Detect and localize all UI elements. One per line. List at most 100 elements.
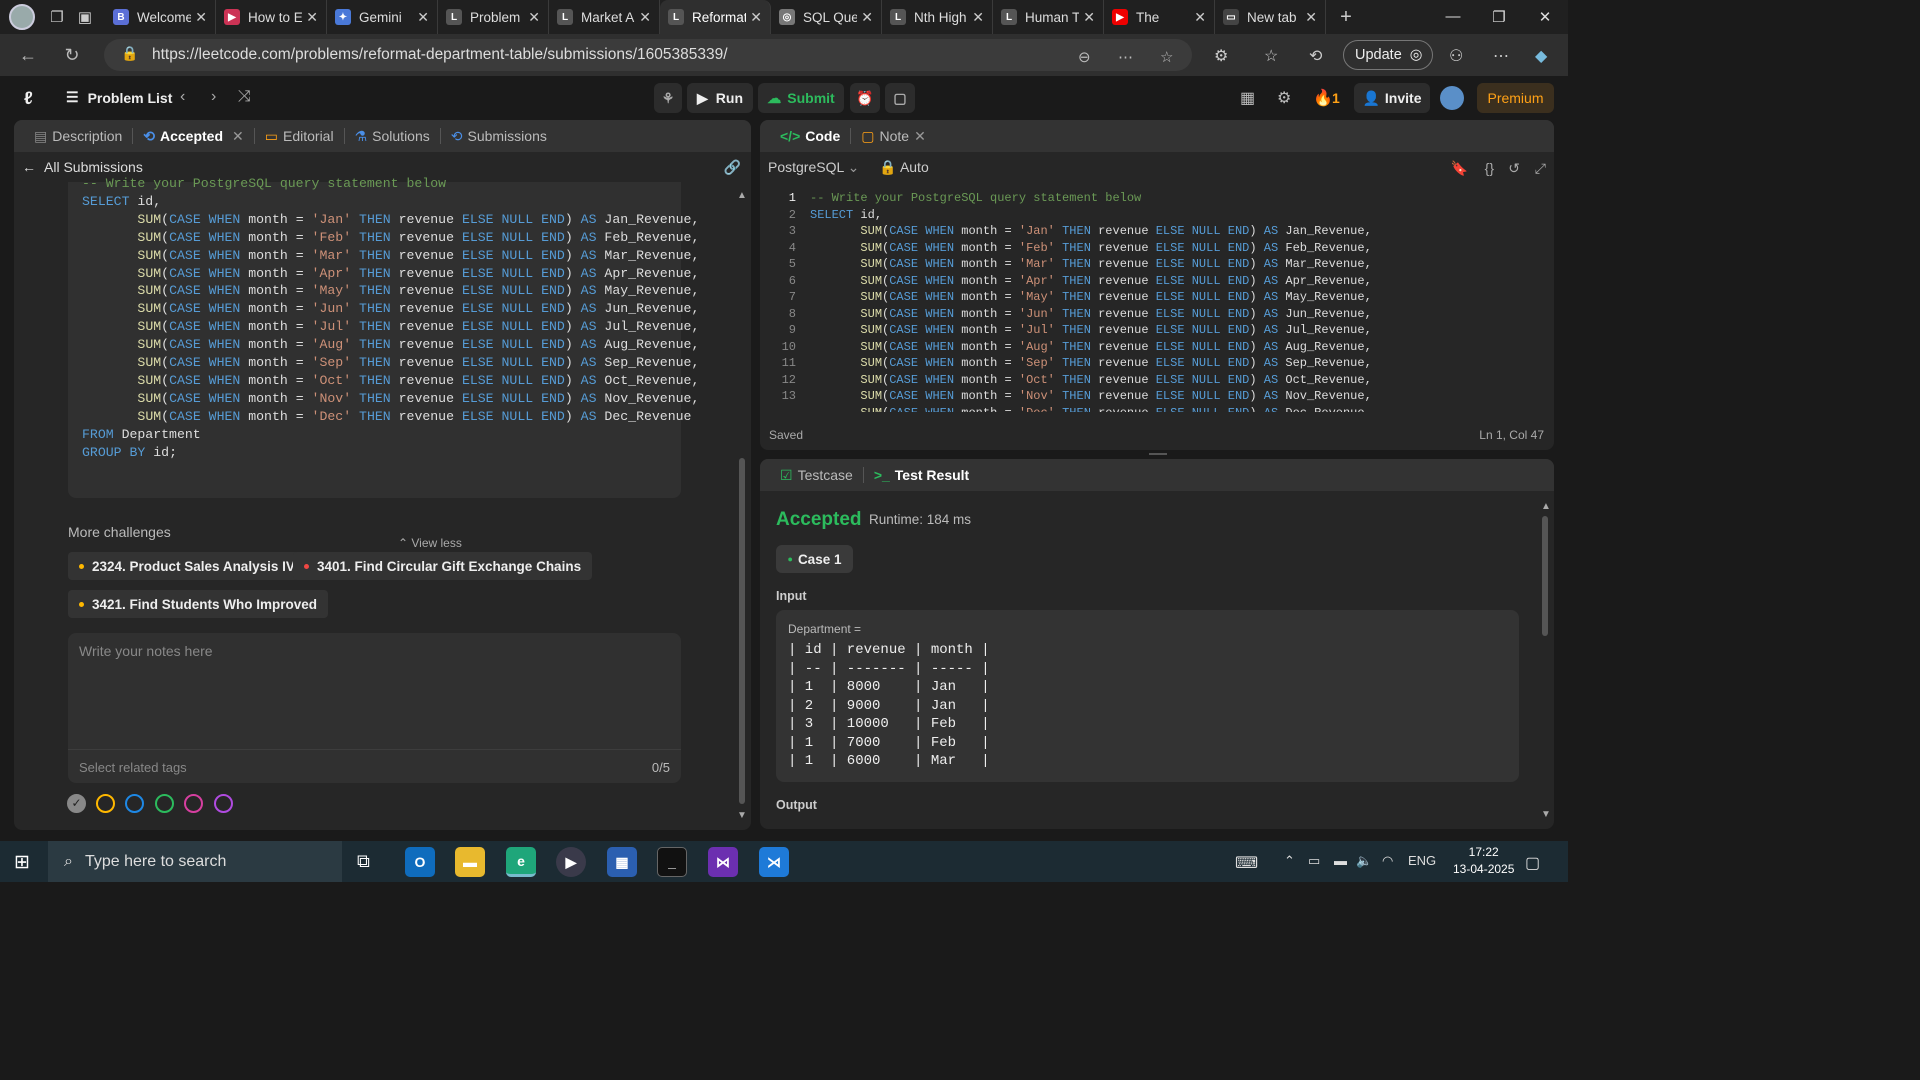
problem-list-link[interactable]: ☰ Problem List [66, 89, 172, 106]
browser-tab[interactable]: L Nth High ✕ [882, 0, 993, 34]
prev-problem-icon[interactable]: ‹ [180, 88, 185, 106]
notes-button[interactable]: ▢ [885, 83, 915, 113]
copilot-icon[interactable]: ⚇ [1449, 46, 1463, 66]
color-green-option[interactable] [155, 794, 174, 813]
edge-copilot-icon[interactable]: ◆ [1535, 46, 1547, 66]
favorites-icon[interactable]: ☆ [1264, 46, 1278, 66]
tab-testcase[interactable]: ☑ Testcase [770, 459, 863, 491]
scroll-up-icon[interactable]: ▲ [737, 190, 747, 201]
windows-start-icon[interactable]: ⊞ [14, 851, 30, 874]
tray-chevron-icon[interactable]: ⌃ [1284, 853, 1295, 869]
close-tab-icon[interactable]: ✕ [1083, 9, 1095, 26]
close-tab-icon[interactable]: ✕ [195, 9, 207, 26]
wifi-icon[interactable]: ◠ [1382, 853, 1393, 869]
tab-note[interactable]: ▢ Note ✕ [851, 120, 936, 152]
taskbar-search[interactable]: ⌕ Type here to search [48, 841, 342, 882]
notification-icon[interactable]: ▢ [1525, 853, 1540, 873]
close-tab-icon[interactable]: ✕ [1194, 9, 1206, 26]
color-blue-option[interactable] [125, 794, 144, 813]
tab-editorial[interactable]: ▭ Editorial [255, 120, 344, 152]
tab-solutions[interactable]: ⚗ Solutions [345, 120, 440, 152]
notes-box[interactable]: Write your notes here Select related tag… [68, 633, 681, 783]
new-tab-icon[interactable]: + [1332, 3, 1360, 31]
url-field[interactable]: 🔒 https://leetcode.com/problems/reformat… [104, 39, 1192, 71]
case-tab[interactable]: ● Case 1 [776, 545, 853, 573]
reset-code-icon[interactable]: ↺ [1508, 160, 1520, 177]
task-view-icon[interactable]: ⧉ [357, 851, 370, 872]
extensions-icon[interactable]: ⚙ [1214, 46, 1228, 66]
next-problem-icon[interactable]: › [211, 88, 216, 106]
color-gray-option[interactable]: ✓ [67, 794, 86, 813]
tab-actions-icon[interactable]: ▣ [71, 3, 99, 31]
close-tab-icon[interactable]: ✕ [639, 9, 651, 26]
timer-button[interactable]: ⏰ [850, 83, 880, 113]
browser-tab[interactable]: L Human T ✕ [993, 0, 1104, 34]
all-submissions-link[interactable]: ← All Submissions [22, 159, 143, 175]
reader-icon[interactable]: ⋯ [1118, 48, 1133, 66]
tags-select[interactable]: Select related tags [79, 760, 187, 775]
close-tab-icon[interactable]: ✕ [750, 9, 762, 26]
favorite-star-icon[interactable]: ☆ [1160, 48, 1173, 66]
workspaces-icon[interactable]: ❐ [43, 3, 71, 31]
profile-avatar[interactable] [9, 4, 35, 30]
color-purple-option[interactable] [214, 794, 233, 813]
volume-icon[interactable]: 🔈 [1356, 853, 1372, 869]
debug-button[interactable]: ⚘ [654, 83, 682, 113]
media-player-icon[interactable]: ▶ [556, 847, 586, 877]
keyboard-icon[interactable]: ⌨ [1235, 853, 1258, 873]
close-window-icon[interactable]: ✕ [1522, 8, 1568, 26]
submit-button[interactable]: ☁ Submit [758, 83, 844, 113]
tab-test-result[interactable]: >_ Test Result [864, 459, 979, 491]
shuffle-icon[interactable]: ⤨ [238, 88, 251, 106]
vscode-icon[interactable]: ⋊ [759, 847, 789, 877]
visual-studio-icon[interactable]: ⋈ [708, 847, 738, 877]
store-icon[interactable]: ▦ [607, 847, 637, 877]
close-tab-icon[interactable]: ✕ [914, 128, 926, 145]
premium-button[interactable]: Premium [1477, 83, 1554, 113]
layout-icon[interactable]: ▦ [1240, 88, 1255, 108]
browser-tab[interactable]: ✦ Gemini ✕ [327, 0, 438, 34]
browser-tab[interactable]: L Problem ✕ [438, 0, 549, 34]
language-select[interactable]: PostgreSQL ⌄ [768, 159, 859, 176]
user-avatar[interactable] [1440, 86, 1464, 110]
browser-tab[interactable]: B Welcome ✕ [105, 0, 216, 34]
link-icon[interactable]: 🔗 [724, 159, 741, 176]
color-pink-option[interactable] [184, 794, 203, 813]
browser-tab[interactable]: L Market A ✕ [549, 0, 660, 34]
color-yellow-option[interactable] [96, 794, 115, 813]
close-tab-icon[interactable]: ✕ [528, 9, 540, 26]
invite-button[interactable]: 👤 Invite [1354, 83, 1430, 113]
challenge-chip[interactable]: 3421. Find Students Who Improved [68, 590, 329, 618]
leetcode-logo-icon[interactable]: ℓ [24, 88, 42, 108]
tab-description[interactable]: ▤ Description [24, 120, 132, 152]
file-explorer-icon[interactable]: ▬ [455, 847, 485, 877]
run-button[interactable]: ▶ Run [687, 83, 753, 113]
bookmark-icon[interactable]: 🔖 [1451, 160, 1468, 177]
tab-submissions[interactable]: ⟲ Submissions [441, 120, 557, 152]
close-tab-icon[interactable]: ✕ [306, 9, 318, 26]
minimize-icon[interactable]: — [1430, 8, 1476, 26]
scroll-down-icon[interactable]: ▼ [1541, 809, 1551, 820]
format-code-icon[interactable]: {} [1485, 160, 1494, 176]
result-scrollbar[interactable] [1542, 516, 1548, 636]
outlook-icon[interactable]: O [405, 847, 435, 877]
edge-dev-icon[interactable]: e [506, 847, 536, 877]
tab-code[interactable]: </> Code [770, 120, 850, 152]
scroll-up-icon[interactable]: ▲ [1541, 501, 1551, 512]
browser-tab[interactable]: ◎ SQL Que ✕ [771, 0, 882, 34]
close-tab-icon[interactable]: ✕ [972, 9, 984, 26]
update-button[interactable]: Update ◎ [1343, 40, 1433, 70]
browser-tab[interactable]: ▶ The ✕ [1104, 0, 1215, 34]
view-less-button[interactable]: ⌃ View less [398, 536, 462, 550]
close-tab-icon[interactable]: ✕ [1305, 9, 1317, 26]
more-icon[interactable]: ⋯ [1493, 46, 1509, 66]
zoom-icon[interactable]: ⊖ [1078, 48, 1091, 66]
left-scrollbar[interactable] [739, 458, 745, 804]
browser-tab[interactable]: ▶ How to E ✕ [216, 0, 327, 34]
close-tab-icon[interactable]: ✕ [232, 128, 244, 145]
clock[interactable]: 17:22 13-04-2025 [1453, 844, 1514, 878]
refresh-icon[interactable]: ↻ [50, 45, 94, 66]
mode-toggle[interactable]: 🔒 Auto [879, 159, 928, 176]
back-icon[interactable]: ← [6, 45, 50, 66]
maximize-icon[interactable]: ❐ [1476, 8, 1522, 26]
